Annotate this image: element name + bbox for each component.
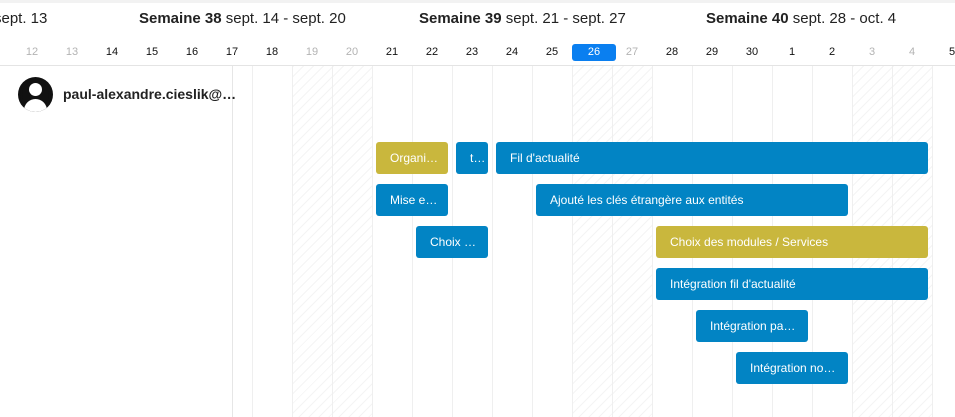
day-column (932, 66, 955, 417)
day-label: 19 (305, 46, 319, 58)
task-bar[interactable]: Fil d'actualité (496, 142, 928, 174)
day-column (252, 66, 292, 417)
day-header-row: 12 13 14 15 16 17 18 19 20 21 22 23 24 25 26 27 28 29 30 1 2… (0, 44, 955, 64)
day-label: 14 (105, 46, 119, 58)
day-label: 18 (265, 46, 279, 58)
week-range: sept. 14 - sept. 20 (225, 10, 346, 27)
day-label: 2 (828, 46, 836, 58)
task-bar[interactable]: Choix d… (416, 226, 488, 258)
day-label: 15 (145, 46, 159, 58)
day-label: 26 (572, 44, 616, 61)
day-label: 1 (788, 46, 796, 58)
day-label: 17 (225, 46, 239, 58)
day-label: 4 (908, 46, 916, 58)
week-label-38: Semaine 38 sept. 14 - sept. 20 (139, 10, 346, 27)
week-range: sept. 13 (0, 10, 48, 27)
week-range: sept. 28 - oct. 4 (792, 10, 897, 27)
day-column (292, 66, 332, 417)
day-label: 25 (545, 46, 559, 58)
day-label: 16 (185, 46, 199, 58)
task-bar[interactable]: Intégration no… (736, 352, 848, 384)
day-label: 28 (665, 46, 679, 58)
day-column (532, 66, 572, 417)
week-range: sept. 21 - sept. 27 (505, 10, 626, 27)
week-label-39: Semaine 39 sept. 21 - sept. 27 (419, 10, 626, 27)
day-label: 24 (505, 46, 519, 58)
day-label: 20 (345, 46, 359, 58)
day-label: 22 (425, 46, 439, 58)
day-label: 23 (465, 46, 479, 58)
day-column (572, 66, 612, 417)
task-bar[interactable]: test (456, 142, 488, 174)
day-label: 29 (705, 46, 719, 58)
task-bar[interactable]: Intégration fil d'actualité (656, 268, 928, 300)
user-avatar-icon (18, 76, 53, 112)
day-column (612, 66, 652, 417)
week-label-40: Semaine 40 sept. 28 - oct. 4 (706, 10, 896, 27)
task-bar[interactable]: Ajouté les clés étrangère aux entités (536, 184, 848, 216)
user-name: paul-alexandre.cieslik@… (63, 86, 237, 102)
task-bar[interactable]: Mise e… (376, 184, 448, 216)
day-label: 13 (65, 46, 79, 58)
week-name: Semaine 38 (139, 10, 222, 27)
week-name: Semaine 39 (419, 10, 502, 27)
day-label: 21 (385, 46, 399, 58)
today-marker: 26 (572, 44, 616, 61)
week-name: Semaine 40 (706, 10, 789, 27)
task-bar[interactable]: Organis… (376, 142, 448, 174)
user-row[interactable]: paul-alexandre.cieslik@… (18, 76, 236, 112)
day-column (372, 66, 412, 417)
day-column (332, 66, 372, 417)
sidebar-divider (232, 66, 233, 417)
day-column (492, 66, 532, 417)
task-bar[interactable]: Intégration pag… (696, 310, 808, 342)
week-label-partial: sept. 13 (0, 10, 47, 27)
day-label: 5 (948, 46, 955, 58)
week-header-row: sept. 13 Semaine 38 sept. 14 - sept. 20 … (0, 0, 955, 38)
task-bar[interactable]: Choix des modules / Services (656, 226, 928, 258)
day-label: 3 (868, 46, 876, 58)
day-label: 12 (25, 46, 39, 58)
day-label: 27 (625, 46, 639, 58)
day-label: 30 (745, 46, 759, 58)
